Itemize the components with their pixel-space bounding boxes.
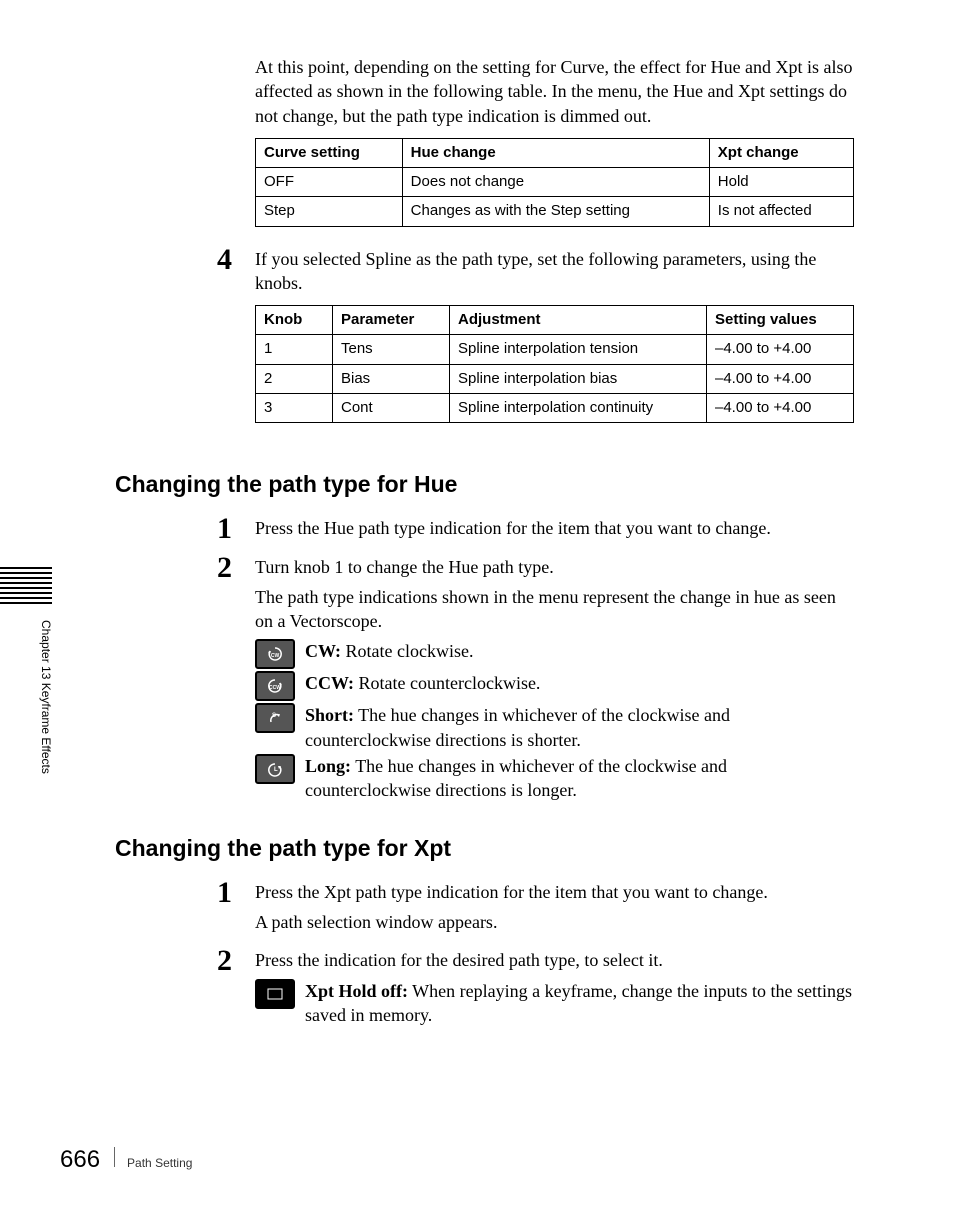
table-header: Hue change bbox=[402, 138, 709, 167]
svg-text:CW: CW bbox=[271, 653, 280, 659]
ccw-description: CCW: Rotate counterclockwise. bbox=[305, 671, 854, 695]
table-cell: 1 bbox=[256, 335, 333, 364]
cw-icon: CW bbox=[255, 639, 295, 669]
step-number-1: 1 bbox=[217, 878, 255, 941]
section-title-xpt: Changing the path type for Xpt bbox=[115, 833, 854, 864]
step-number-2: 2 bbox=[217, 553, 255, 805]
xpt-step2-text: Press the indication for the desired pat… bbox=[255, 948, 854, 972]
table-cell: Spline interpolation continuity bbox=[450, 393, 707, 422]
short-icon: S bbox=[255, 703, 295, 733]
table-cell: Does not change bbox=[402, 168, 709, 197]
curve-setting-table: Curve setting Hue change Xpt change OFF … bbox=[255, 138, 854, 227]
table-cell: Changes as with the Step setting bbox=[402, 197, 709, 226]
table-cell: Step bbox=[256, 197, 403, 226]
table-cell: 2 bbox=[256, 364, 333, 393]
side-margin-lines bbox=[0, 567, 52, 607]
ccw-icon: CCW bbox=[255, 671, 295, 701]
hue-step2-desc: The path type indications shown in the m… bbox=[255, 585, 854, 634]
table-cell: OFF bbox=[256, 168, 403, 197]
table-cell: –4.00 to +4.00 bbox=[707, 393, 854, 422]
hue-step1-text: Press the Hue path type indication for t… bbox=[255, 516, 854, 540]
hue-step2-text: Turn knob 1 to change the Hue path type. bbox=[255, 555, 854, 579]
knob-table: Knob Parameter Adjustment Setting values… bbox=[255, 305, 854, 423]
table-cell: Bias bbox=[333, 364, 450, 393]
table-header: Adjustment bbox=[450, 306, 707, 335]
svg-text:L: L bbox=[274, 767, 278, 773]
table-header: Xpt change bbox=[709, 138, 853, 167]
table-cell: Spline interpolation tension bbox=[450, 335, 707, 364]
table-header: Knob bbox=[256, 306, 333, 335]
table-cell: Cont bbox=[333, 393, 450, 422]
table-cell: Is not affected bbox=[709, 197, 853, 226]
xpt-step1-text: Press the Xpt path type indication for t… bbox=[255, 880, 854, 904]
step-number-1: 1 bbox=[217, 514, 255, 546]
short-description: Short: The hue changes in whichever of t… bbox=[305, 703, 854, 752]
step-number-2: 2 bbox=[217, 946, 255, 1033]
svg-text:CCW: CCW bbox=[269, 685, 281, 691]
table-cell: Spline interpolation bias bbox=[450, 364, 707, 393]
table-header: Setting values bbox=[707, 306, 854, 335]
cw-description: CW: Rotate clockwise. bbox=[305, 639, 854, 663]
svg-text:S: S bbox=[272, 713, 276, 719]
table-row: 2 Bias Spline interpolation bias –4.00 t… bbox=[256, 364, 854, 393]
table-cell: –4.00 to +4.00 bbox=[707, 335, 854, 364]
table-row: OFF Does not change Hold bbox=[256, 168, 854, 197]
table-row: 1 Tens Spline interpolation tension –4.0… bbox=[256, 335, 854, 364]
table-header: Curve setting bbox=[256, 138, 403, 167]
intro-paragraph: At this point, depending on the setting … bbox=[255, 55, 854, 128]
table-cell: Hold bbox=[709, 168, 853, 197]
xpt-step1-desc: A path selection window appears. bbox=[255, 910, 854, 934]
table-cell: 3 bbox=[256, 393, 333, 422]
xpt-hold-off-icon bbox=[255, 979, 295, 1009]
table-cell: –4.00 to +4.00 bbox=[707, 364, 854, 393]
section-title-hue: Changing the path type for Hue bbox=[115, 469, 854, 500]
table-row: Step Changes as with the Step setting Is… bbox=[256, 197, 854, 226]
long-icon: L bbox=[255, 754, 295, 784]
step-number-4: 4 bbox=[217, 245, 255, 442]
chapter-label: Chapter 13 Keyframe Effects bbox=[38, 620, 54, 774]
footer-section-name: Path Setting bbox=[127, 1155, 192, 1171]
page-number: 666 bbox=[60, 1144, 100, 1176]
step-4-text: If you selected Spline as the path type,… bbox=[255, 247, 854, 296]
table-row: 3 Cont Spline interpolation continuity –… bbox=[256, 393, 854, 422]
footer-separator bbox=[114, 1147, 115, 1167]
long-description: Long: The hue changes in whichever of th… bbox=[305, 754, 854, 803]
table-header: Parameter bbox=[333, 306, 450, 335]
table-cell: Tens bbox=[333, 335, 450, 364]
xpt-hold-off-description: Xpt Hold off: When replaying a keyframe,… bbox=[305, 979, 854, 1028]
